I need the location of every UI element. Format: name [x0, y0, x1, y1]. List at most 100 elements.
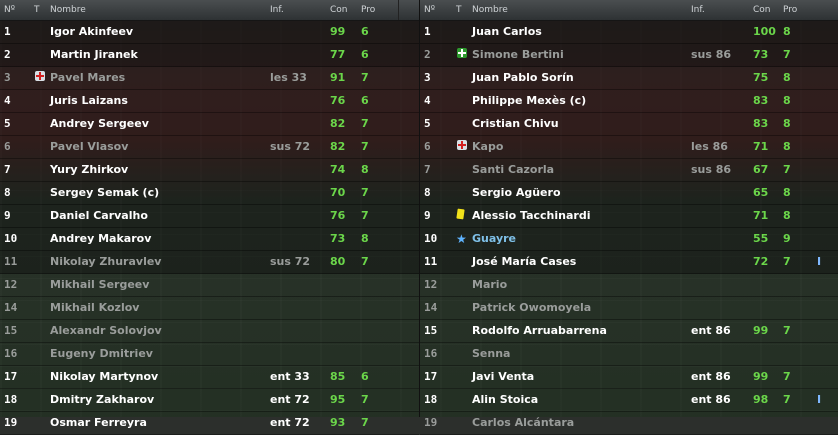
- player-condition: 70: [330, 186, 346, 199]
- player-number: 7: [424, 163, 431, 176]
- player-number: 4: [424, 94, 431, 107]
- player-number: 1: [4, 25, 11, 38]
- header-number[interactable]: Nº: [424, 5, 435, 15]
- player-name: Carlos Alcántara: [472, 416, 575, 429]
- star-icon: ★: [456, 232, 467, 246]
- player-row[interactable]: 2 Martin Jiranek 77 6: [0, 44, 419, 67]
- player-name: Igor Akinfeev: [50, 25, 134, 38]
- player-condition: 71: [753, 140, 769, 153]
- away-player-list: 1 Juan Carlos 100 8 2 Simone Bertini sus 86 73 7…: [420, 21, 838, 435]
- player-name: Santi Cazorla: [472, 163, 555, 176]
- away-squad-panel: Nº T Nombre Inf. Con Pro 1 Juan Carlos 100…: [419, 0, 838, 435]
- header-pro[interactable]: Pro: [361, 5, 375, 15]
- player-number: 18: [424, 393, 438, 406]
- player-number: 17: [424, 370, 438, 383]
- player-row[interactable]: 14 Patrick Owomoyela: [420, 297, 838, 320]
- player-status: ent 33: [270, 370, 310, 383]
- player-row[interactable]: 19 Osmar Ferreyra ent 72 93 7: [0, 412, 419, 435]
- player-number: 14: [4, 301, 18, 314]
- header-pro[interactable]: Pro: [783, 5, 797, 15]
- player-number: 9: [4, 209, 11, 222]
- header-con[interactable]: Con: [330, 5, 348, 15]
- player-row[interactable]: 3 Juan Pablo Sorín 75 8: [420, 67, 838, 90]
- header-con[interactable]: Con: [753, 5, 771, 15]
- player-condition: 73: [330, 232, 346, 245]
- player-row[interactable]: 9 Daniel Carvalho 76 7: [0, 205, 419, 228]
- player-condition: 83: [753, 94, 769, 107]
- injury-icon: [35, 71, 45, 81]
- player-row[interactable]: 8 Sergey Semak (c) 70 7: [0, 182, 419, 205]
- player-row[interactable]: 3 Pavel Mares les 33 91 7: [0, 67, 419, 90]
- player-row[interactable]: 15 Alexandr Solovjov: [0, 320, 419, 343]
- player-condition: 98: [753, 393, 769, 406]
- player-status: sus 72: [270, 255, 311, 268]
- player-row[interactable]: 7 Yury Zhirkov 74 8: [0, 159, 419, 182]
- player-condition: 95: [330, 393, 346, 406]
- player-rating: 8: [783, 94, 791, 107]
- player-status: ent 86: [691, 324, 731, 337]
- player-row[interactable]: 4 Juris Laizans 76 6: [0, 90, 419, 113]
- player-number: 12: [424, 278, 438, 291]
- player-rating: 7: [783, 48, 791, 61]
- player-row[interactable]: 17 Javi Venta ent 86 99 7: [420, 366, 838, 389]
- player-row[interactable]: 2 Simone Bertini sus 86 73 7: [420, 44, 838, 67]
- player-status: ent 86: [691, 370, 731, 383]
- player-rating: 8: [361, 163, 369, 176]
- player-row[interactable]: 11 José María Cases 72 7 I: [420, 251, 838, 274]
- player-row[interactable]: 6 Kapo les 86 71 8: [420, 136, 838, 159]
- player-row[interactable]: 10 ★ Guayre 55 9: [420, 228, 838, 251]
- player-row[interactable]: 7 Santi Cazorla sus 86 67 7: [420, 159, 838, 182]
- header-inf[interactable]: Inf.: [691, 5, 705, 15]
- player-row[interactable]: 19 Carlos Alcántara: [420, 412, 838, 435]
- player-row[interactable]: 14 Mikhail Kozlov: [0, 297, 419, 320]
- player-name: Alin Stoica: [472, 393, 539, 406]
- player-row[interactable]: 15 Rodolfo Arruabarrena ent 86 99 7: [420, 320, 838, 343]
- header-name[interactable]: Nombre: [472, 5, 508, 15]
- player-rating: 7: [361, 186, 369, 199]
- player-status: ent 72: [270, 393, 310, 406]
- player-name: Pavel Vlasov: [50, 140, 129, 153]
- player-row[interactable]: 12 Mikhail Sergeev: [0, 274, 419, 297]
- player-name: Alexandr Solovjov: [50, 324, 162, 337]
- player-row[interactable]: 5 Andrey Sergeev 82 7: [0, 113, 419, 136]
- player-rating: 8: [783, 186, 791, 199]
- player-condition: 73: [753, 48, 769, 61]
- player-condition: 74: [330, 163, 346, 176]
- player-name: Osmar Ferreyra: [50, 416, 147, 429]
- header-extra-column: [398, 0, 417, 20]
- player-row[interactable]: 6 Pavel Vlasov sus 72 82 7: [0, 136, 419, 159]
- player-number: 17: [4, 370, 18, 383]
- header-number[interactable]: Nº: [4, 5, 15, 15]
- player-row[interactable]: 9 Alessio Tacchinardi 71 8: [420, 205, 838, 228]
- player-number: 10: [4, 232, 18, 245]
- player-name: Andrey Makarov: [50, 232, 152, 245]
- player-row[interactable]: 18 Alin Stoica ent 86 98 7 I: [420, 389, 838, 412]
- player-name: Juan Pablo Sorín: [472, 71, 574, 84]
- player-row[interactable]: 5 Cristian Chivu 83 8: [420, 113, 838, 136]
- player-row[interactable]: 8 Sergio Agüero 65 8: [420, 182, 838, 205]
- player-number: 16: [424, 347, 438, 360]
- player-number: 9: [424, 209, 431, 222]
- player-number: 11: [424, 255, 438, 268]
- player-row[interactable]: 11 Nikolay Zhuravlev sus 72 80 7: [0, 251, 419, 274]
- header-name[interactable]: Nombre: [50, 5, 86, 15]
- player-row[interactable]: 4 Philippe Mexès (c) 83 8: [420, 90, 838, 113]
- header-inf[interactable]: Inf.: [270, 5, 284, 15]
- player-condition: 71: [753, 209, 769, 222]
- player-row[interactable]: 16 Eugeny Dmitriev: [0, 343, 419, 366]
- player-row[interactable]: 1 Igor Akinfeev 99 6: [0, 21, 419, 44]
- header-t[interactable]: T: [34, 5, 40, 15]
- player-row[interactable]: 16 Senna: [420, 343, 838, 366]
- player-row[interactable]: 1 Juan Carlos 100 8: [420, 21, 838, 44]
- player-row[interactable]: 17 Nikolay Martynov ent 33 85 6: [0, 366, 419, 389]
- player-number: 5: [424, 117, 431, 130]
- player-row[interactable]: 10 Andrey Makarov 73 8: [0, 228, 419, 251]
- player-number: 2: [4, 48, 11, 61]
- player-name: Kapo: [472, 140, 504, 153]
- player-status: les 33: [270, 71, 307, 84]
- header-t[interactable]: T: [456, 5, 462, 15]
- player-name: Nikolay Martynov: [50, 370, 159, 383]
- player-number: 10: [424, 232, 438, 245]
- player-row[interactable]: 18 Dmitry Zakharov ent 72 95 7: [0, 389, 419, 412]
- player-row[interactable]: 12 Mario: [420, 274, 838, 297]
